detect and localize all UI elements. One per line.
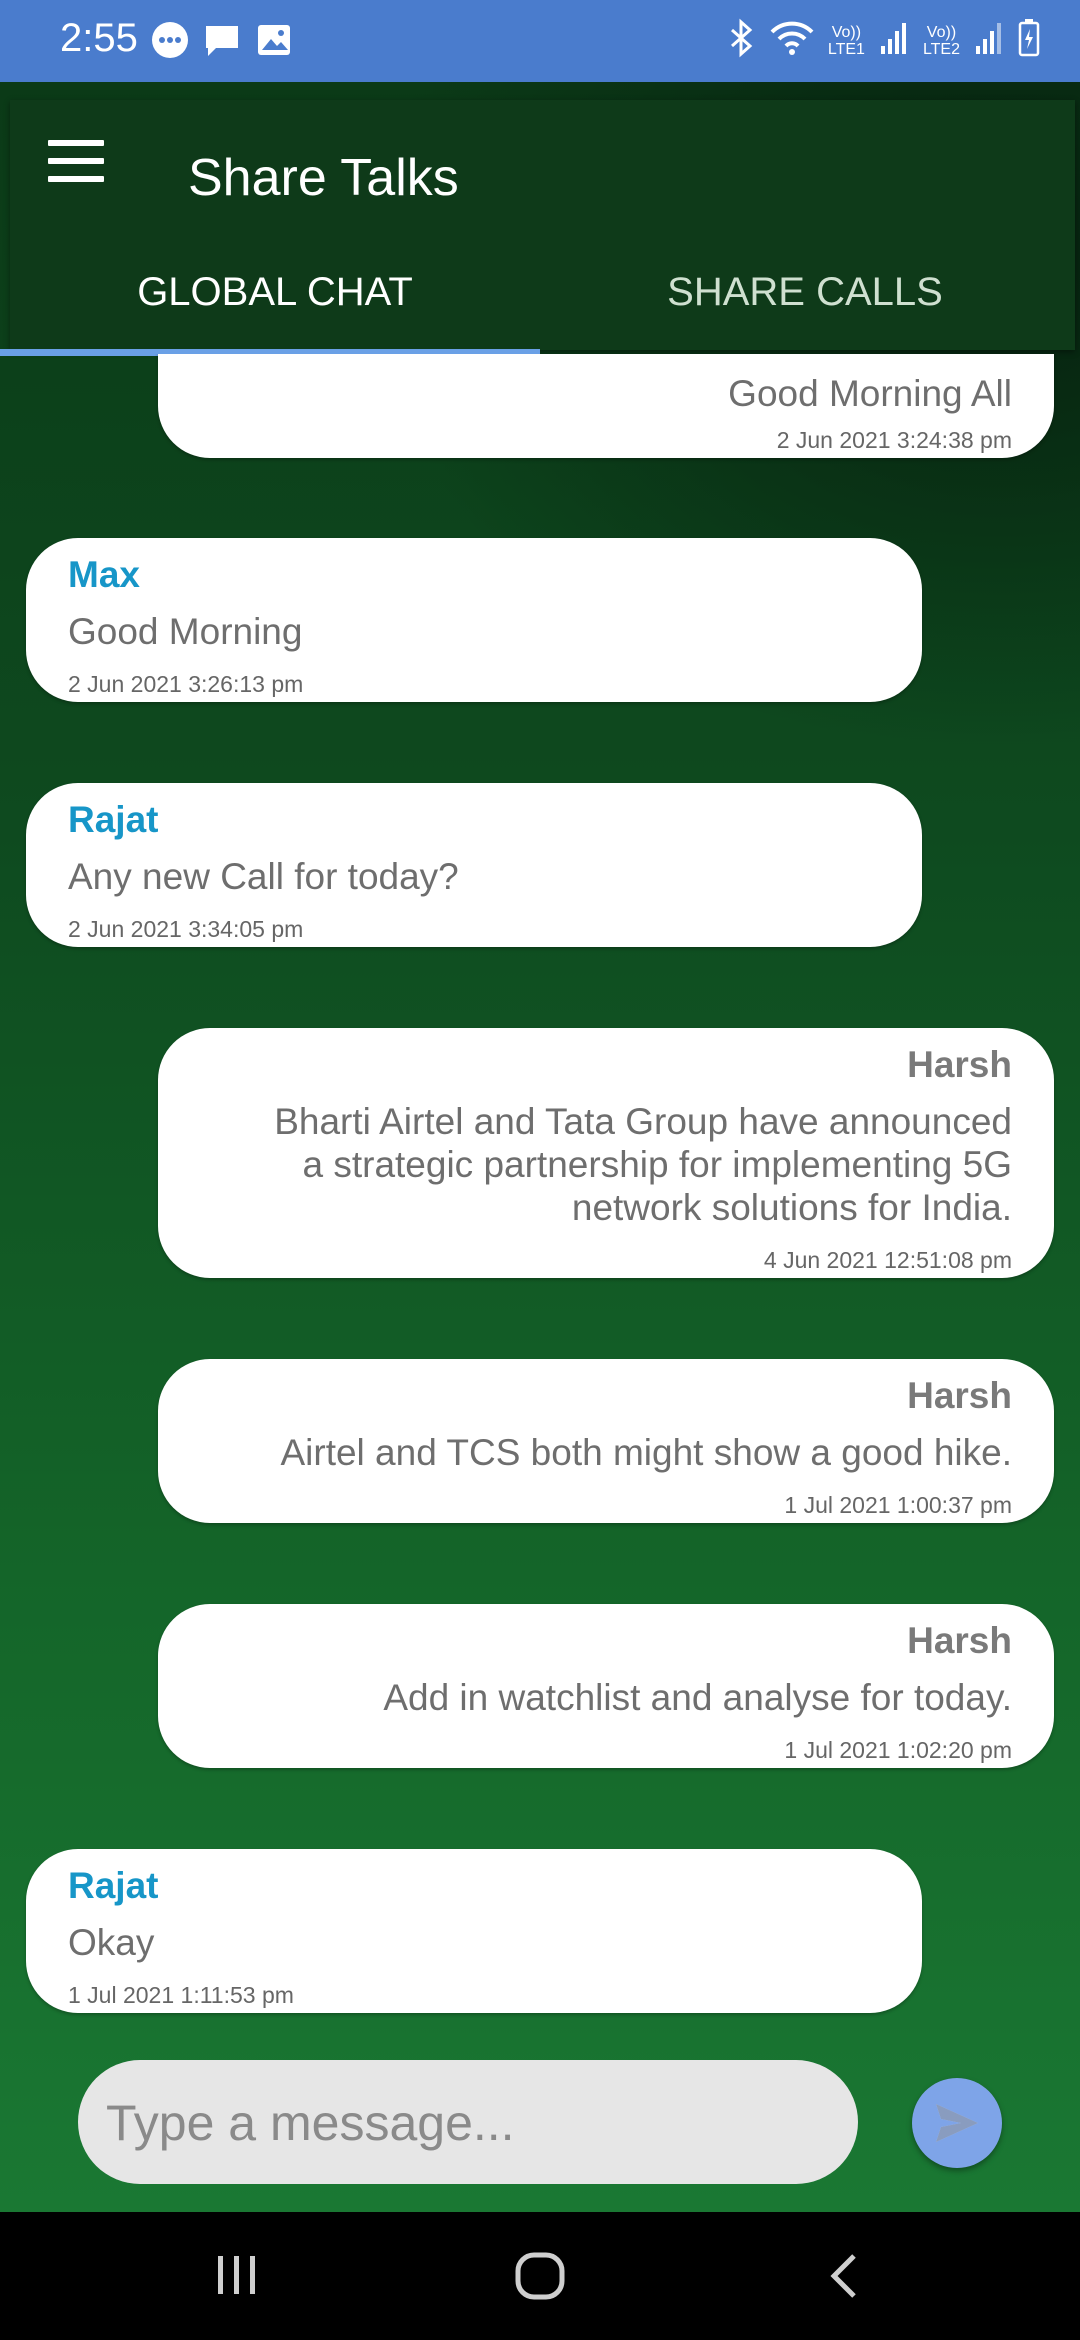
message-text: Bharti Airtel and Tata Group have announ… bbox=[274, 1101, 1012, 1228]
system-status-icons: Vo)) LTE1 Vo)) LTE2 bbox=[726, 18, 1040, 63]
app-background: Share Talks GLOBAL CHAT SHARE CALLS Good… bbox=[0, 82, 1080, 2212]
message-sender: Rajat bbox=[68, 1865, 159, 1906]
message-text: Good Morning bbox=[68, 611, 303, 652]
message-time: 2 Jun 2021 3:26:13 pm bbox=[68, 671, 304, 697]
recent-apps-button[interactable] bbox=[214, 2252, 260, 2303]
message-text: Okay bbox=[68, 1922, 155, 1963]
back-button[interactable] bbox=[826, 2252, 860, 2305]
message-sender: Max bbox=[68, 554, 140, 595]
send-icon bbox=[936, 2104, 978, 2142]
message-bubble: Good Morning All 2 Jun 2021 3:24:38 pm bbox=[158, 354, 1054, 458]
app-bar: Share Talks GLOBAL CHAT SHARE CALLS bbox=[10, 100, 1075, 350]
message-input-container bbox=[78, 2060, 858, 2186]
message-text: Any new Call for today? bbox=[68, 856, 459, 897]
message-time: 1 Jul 2021 1:11:53 pm bbox=[68, 1982, 294, 2008]
bluetooth-icon bbox=[726, 18, 756, 63]
message-bubble: Harsh Bharti Airtel and Tata Group have … bbox=[158, 1028, 1054, 1278]
message-sender: Harsh bbox=[907, 1620, 1012, 1661]
menu-icon[interactable] bbox=[48, 140, 104, 186]
system-nav-bar bbox=[0, 2212, 1080, 2340]
chat-bubble-icon bbox=[150, 20, 190, 65]
image-icon bbox=[254, 20, 294, 65]
message-bubble: Rajat Okay 1 Jul 2021 1:11:53 pm bbox=[26, 1849, 922, 2013]
message-time: 1 Jul 2021 1:02:20 pm bbox=[784, 1737, 1012, 1763]
wifi-icon bbox=[770, 18, 814, 63]
message-bubble: Harsh Airtel and TCS both might show a g… bbox=[158, 1359, 1054, 1523]
app-title: Share Talks bbox=[188, 149, 459, 207]
chat-list[interactable]: Good Morning All 2 Jun 2021 3:24:38 pm M… bbox=[0, 354, 1080, 2114]
notification-icons bbox=[150, 20, 294, 65]
home-button[interactable] bbox=[514, 2252, 566, 2305]
back-icon bbox=[830, 2254, 856, 2298]
signal-1-icon bbox=[879, 20, 909, 61]
volte-lte2-icon: Vo)) LTE2 bbox=[922, 23, 960, 58]
message-text: Add in watchlist and analyse for today. bbox=[383, 1677, 1012, 1718]
message-time: 2 Jun 2021 3:24:38 pm bbox=[776, 427, 1012, 453]
message-text: Airtel and TCS both might show a good hi… bbox=[280, 1432, 1012, 1473]
tab-share-calls[interactable]: SHARE CALLS bbox=[540, 270, 1070, 340]
home-icon bbox=[515, 2252, 565, 2300]
signal-2-icon bbox=[974, 20, 1004, 61]
message-bubble: Rajat Any new Call for today? 2 Jun 2021… bbox=[26, 783, 922, 947]
battery-charging-icon bbox=[1018, 19, 1040, 62]
message-time: 4 Jun 2021 12:51:08 pm bbox=[763, 1247, 1012, 1273]
send-button[interactable] bbox=[912, 2078, 1002, 2168]
message-bubble: Max Good Morning 2 Jun 2021 3:26:13 pm bbox=[26, 538, 922, 702]
message-icon bbox=[202, 20, 242, 65]
message-time: 1 Jul 2021 1:00:37 pm bbox=[784, 1492, 1012, 1518]
tab-global-chat[interactable]: GLOBAL CHAT bbox=[10, 270, 540, 340]
message-time: 2 Jun 2021 3:34:05 pm bbox=[68, 916, 304, 942]
recent-apps-icon bbox=[218, 2256, 255, 2294]
message-text: Good Morning All bbox=[728, 373, 1012, 414]
message-sender: Rajat bbox=[68, 799, 159, 840]
message-sender: Harsh bbox=[907, 1375, 1012, 1416]
volte-lte1-icon: Vo)) LTE1 bbox=[827, 23, 865, 58]
status-time: 2:55 bbox=[60, 16, 138, 60]
message-input[interactable] bbox=[104, 2060, 838, 2186]
message-sender: Harsh bbox=[907, 1044, 1012, 1085]
message-bubble: Harsh Add in watchlist and analyse for t… bbox=[158, 1604, 1054, 1768]
status-bar: 2:55 Vo)) LTE1 Vo)) LTE2 bbox=[0, 0, 1080, 82]
